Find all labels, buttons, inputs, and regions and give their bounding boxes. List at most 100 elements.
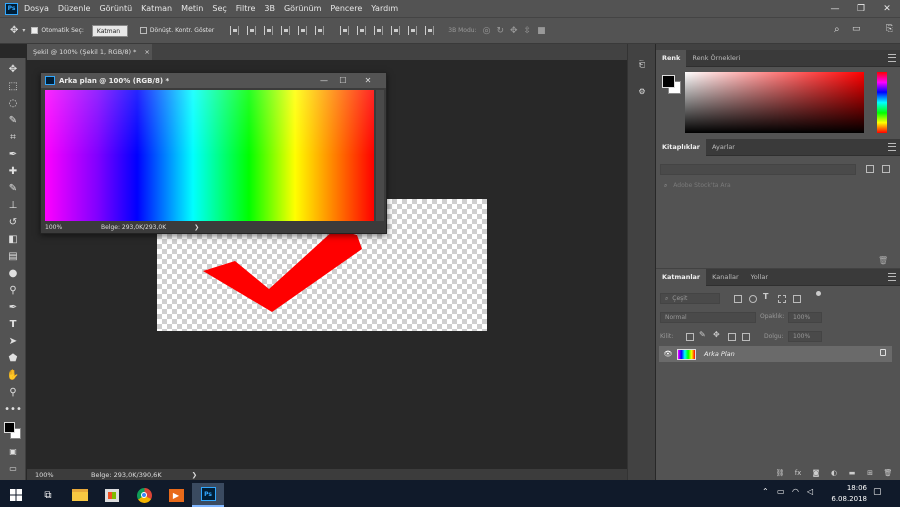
panel-menu-icon[interactable] [888,143,896,151]
chevron-up-icon[interactable]: ⌃ [762,487,769,496]
properties-panel-icon[interactable]: ⚙ [635,84,649,98]
adjustment-icon[interactable]: ◐ [828,469,840,477]
distribute-right-icon[interactable] [425,26,435,35]
list-view-icon[interactable] [882,165,890,173]
dodge-tool-icon[interactable]: ⚲ [5,282,21,298]
marquee-tool-icon[interactable]: ⬚ [5,78,21,94]
align-top-icon[interactable] [230,26,240,35]
tab-libraries[interactable]: Kitaplıklar [656,138,707,156]
3d-roll-icon[interactable]: ↻ [496,26,504,36]
blend-mode-select[interactable]: Normal [660,312,756,323]
task-view-icon[interactable]: ⧉ [32,483,64,507]
hue-slider[interactable] [877,72,887,133]
trash-icon[interactable]: 🗑 [878,256,888,265]
minimize-icon[interactable]: — [315,73,333,88]
move-tool-icon[interactable]: ✥ [10,25,18,36]
library-select[interactable] [660,164,856,175]
history-brush-tool-icon[interactable]: ↺ [5,214,21,230]
zoom-tool-icon[interactable]: ⚲ [5,384,21,400]
path-selection-tool-icon[interactable]: ➤ [5,333,21,349]
workspace-icon[interactable]: ▭ [852,24,861,34]
distribute-left-icon[interactable] [391,26,401,35]
distribute-vcenter-icon[interactable] [357,26,367,35]
more-tools-icon[interactable]: ••• [4,401,22,417]
menu-select[interactable]: Seç [212,4,226,13]
new-layer-icon[interactable]: ⊞ [864,469,876,477]
floating-zoom-value[interactable]: 100% [45,224,81,231]
close-icon[interactable]: ✕ [874,0,900,17]
zoom-value[interactable]: 100% [35,471,69,479]
taskbar-time[interactable]: 18:06 [847,484,867,492]
floating-document-window[interactable]: Arka plan @ 100% (RGB/8) * — ☐ ✕ 100% Be… [40,72,387,234]
grid-view-icon[interactable] [866,165,874,173]
taskbar-date[interactable]: 6.08.2018 [831,495,867,503]
wifi-icon[interactable]: ◠ [792,487,799,496]
menu-layer[interactable]: Katman [141,4,172,13]
gradient-tool-icon[interactable]: ▤ [5,248,21,264]
fx-icon[interactable]: fx [792,469,804,477]
close-icon[interactable]: ✕ [359,73,377,88]
filter-adjustment-icon[interactable] [749,295,757,303]
foreground-color-swatch[interactable] [662,75,675,88]
lock-all-icon[interactable] [742,333,750,341]
3d-pan-icon[interactable]: ✥ [510,26,518,36]
maximize-icon[interactable]: ☐ [334,73,352,88]
eyedropper-tool-icon[interactable]: ✒ [5,146,21,162]
minimize-icon[interactable]: — [822,0,848,17]
distribute-bottom-icon[interactable] [374,26,384,35]
floating-window-titlebar[interactable]: Arka plan @ 100% (RGB/8) * — ☐ ✕ [41,73,386,88]
3d-orbit-icon[interactable]: ◎ [483,26,491,36]
notifications-icon[interactable]: ▢ [873,487,882,497]
windows-start-icon[interactable] [0,483,32,507]
hand-tool-icon[interactable]: ✋ [5,367,21,383]
crop-tool-icon[interactable]: ⌗ [5,129,21,145]
floating-window-scrollbar[interactable] [376,90,384,221]
panel-menu-icon[interactable] [888,273,896,281]
layer-name[interactable]: Arka Plan [704,350,735,358]
lock-transparent-icon[interactable] [686,333,694,341]
auto-select-checkbox[interactable] [31,27,39,34]
tab-paths[interactable]: Yollar [745,269,774,286]
eye-icon[interactable]: 👁 [663,349,673,359]
search-icon[interactable]: ⌕ [834,24,840,35]
filter-smart-object-icon[interactable] [793,295,801,303]
type-tool-icon[interactable]: T [5,316,21,332]
lock-image-icon[interactable]: ✎ [699,330,706,339]
lock-artboard-icon[interactable] [728,333,736,341]
opacity-input[interactable]: 100% [788,312,822,323]
menu-edit[interactable]: Düzenle [58,4,91,13]
menu-window[interactable]: Pencere [330,4,362,13]
shape-tool-icon[interactable]: ⬟ [5,350,21,366]
healing-brush-tool-icon[interactable]: ✚ [5,163,21,179]
lock-icon[interactable] [880,349,886,356]
align-right-icon[interactable] [315,26,325,35]
media-player-icon[interactable]: ▶ [160,483,192,507]
tab-layers[interactable]: Katmanlar [656,268,707,286]
distribute-hcenter-icon[interactable] [408,26,418,35]
battery-icon[interactable]: ▭ [777,487,785,496]
distribute-top-icon[interactable] [340,26,350,35]
history-panel-icon[interactable]: ⎗ [635,58,649,72]
document-tab[interactable]: Şekil @ 100% (Şekil 1, RGB/8) * × [27,44,152,60]
align-hcenter-icon[interactable] [298,26,308,35]
share-icon[interactable]: ⎘ [886,24,893,34]
menu-image[interactable]: Görüntü [99,4,132,13]
restore-icon[interactable]: ❐ [848,0,874,17]
3d-scale-icon[interactable]: ■ [537,26,546,36]
filter-toggle-icon[interactable] [816,291,821,296]
lasso-tool-icon[interactable]: ◌ [5,95,21,111]
trash-icon[interactable]: 🗑 [882,469,894,477]
quick-mask-icon[interactable]: ▣ [5,443,21,459]
3d-slide-icon[interactable]: ⇳ [524,26,532,36]
rainbow-gradient-image[interactable] [45,90,374,221]
tab-channels[interactable]: Kanallar [706,269,745,286]
lock-position-icon[interactable]: ✥ [713,330,720,339]
align-vcenter-icon[interactable] [247,26,257,35]
filter-pixel-icon[interactable] [734,295,742,303]
align-bottom-icon[interactable] [264,26,274,35]
pen-tool-icon[interactable]: ✒ [5,299,21,315]
auto-select-dropdown[interactable]: Katman [91,24,128,37]
mask-icon[interactable]: ◙ [810,469,822,477]
menu-3d[interactable]: 3B [264,4,275,13]
move-tool-icon[interactable]: ✥ [5,61,21,77]
